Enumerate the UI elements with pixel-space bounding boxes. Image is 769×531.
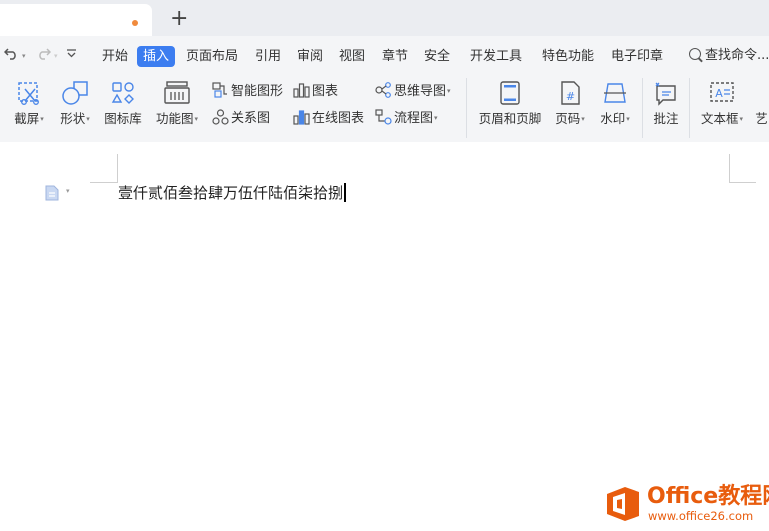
svg-text:A: A bbox=[715, 87, 723, 100]
mind-map-button[interactable]: 思维导图▾ bbox=[375, 82, 451, 101]
header-footer-label: 页眉和页脚 bbox=[478, 111, 542, 126]
page-number-icon: # bbox=[561, 81, 580, 105]
icon-library-button[interactable]: 图标库 bbox=[101, 80, 145, 127]
menu-item-security[interactable]: 安全 bbox=[424, 47, 450, 66]
relation-chart-label: 关系图 bbox=[231, 111, 271, 126]
undo-icon[interactable] bbox=[3, 46, 19, 66]
menu-item-view[interactable]: 视图 bbox=[339, 47, 365, 66]
page-number-button[interactable]: # 页码▾ bbox=[551, 80, 589, 127]
office-logo-icon bbox=[607, 487, 639, 521]
menu-item-e-seal[interactable]: 电子印章 bbox=[611, 47, 663, 66]
toolbar-separator bbox=[466, 78, 467, 138]
document-page[interactable]: ▾ 壹仟贰佰叁拾肆万伍仟陆佰柒拾捌 bbox=[0, 142, 769, 531]
screenshot-label: 截屏 bbox=[14, 111, 40, 126]
shape-label: 形状 bbox=[60, 111, 86, 126]
smart-art-label: 智能图形 bbox=[231, 84, 284, 99]
menu-item-chapter[interactable]: 章节 bbox=[382, 47, 408, 66]
chart-icon bbox=[293, 83, 310, 98]
relation-chart-button[interactable]: 关系图 bbox=[212, 109, 270, 128]
watermark-url: www.office26.com bbox=[648, 509, 754, 523]
toolbar-separator bbox=[642, 78, 643, 138]
watermark-label: 水印 bbox=[600, 111, 626, 126]
art-text-label: 艺 bbox=[755, 111, 768, 126]
page-number-label: 页码 bbox=[555, 111, 581, 126]
online-chart-icon bbox=[293, 110, 310, 125]
svg-text:#: # bbox=[566, 90, 575, 103]
watermark-brand: Office教程网 bbox=[647, 484, 769, 509]
ribbon: ▾ ▾ 开始 插入 页面布局 引用 审阅 视图 章节 安全 开发工具 特色功能 … bbox=[0, 36, 769, 142]
search-icon bbox=[689, 48, 701, 60]
comment-button[interactable]: 批注 bbox=[648, 80, 684, 127]
watermark-button[interactable]: 水印▾ bbox=[596, 80, 634, 127]
flow-chart-icon bbox=[375, 109, 392, 125]
header-footer-icon bbox=[500, 81, 520, 105]
comment-icon bbox=[655, 82, 676, 106]
document-text: 壹仟贰佰叁拾肆万伍仟陆佰柒拾捌 bbox=[118, 184, 344, 202]
text-cursor bbox=[344, 183, 346, 202]
art-text-icon bbox=[754, 80, 769, 106]
redo-dropdown-icon[interactable]: ▾ bbox=[54, 52, 58, 60]
mind-map-icon bbox=[375, 82, 391, 98]
text-box-button[interactable]: A 文本框▾ bbox=[696, 80, 748, 127]
site-watermark: Office教程网 www.office26.com bbox=[603, 484, 769, 526]
icon-library-icon bbox=[111, 82, 134, 104]
menu-item-insert[interactable]: 插入 bbox=[137, 46, 176, 67]
relation-chart-icon bbox=[212, 109, 229, 125]
new-tab-button[interactable]: + bbox=[170, 7, 188, 31]
page-margin-corner-right bbox=[729, 154, 756, 183]
text-box-label: 文本框 bbox=[700, 111, 739, 126]
menu-item-developer-tools[interactable]: 开发工具 bbox=[470, 47, 522, 66]
undo-dropdown-icon[interactable]: ▾ bbox=[22, 52, 26, 60]
page-margin-corner-left bbox=[90, 154, 118, 183]
command-search[interactable]: 查找命令... bbox=[689, 46, 769, 66]
smart-art-icon bbox=[212, 82, 227, 98]
menu-item-review[interactable]: 审阅 bbox=[297, 47, 323, 66]
title-tab-bar: + bbox=[0, 0, 769, 36]
header-footer-button[interactable]: 页眉和页脚 bbox=[474, 80, 546, 127]
flow-chart-button[interactable]: 流程图▾ bbox=[375, 109, 438, 128]
menu-row: ▾ ▾ 开始 插入 页面布局 引用 审阅 视图 章节 安全 开发工具 特色功能 … bbox=[0, 36, 769, 76]
menu-item-start[interactable]: 开始 bbox=[102, 47, 128, 66]
menu-item-page-layout[interactable]: 页面布局 bbox=[186, 47, 238, 66]
text-box-icon: A bbox=[710, 82, 734, 102]
insert-toolbar: 截屏▾ 形状▾ 图标库 功能图▾ 智能图形 关系图 图表 在线图表 思维导图▾ … bbox=[0, 76, 769, 142]
function-chart-button[interactable]: 功能图▾ bbox=[151, 80, 203, 127]
paragraph-layout-dropdown-icon[interactable]: ▾ bbox=[66, 187, 70, 195]
shape-button[interactable]: 形状▾ bbox=[54, 80, 96, 127]
command-search-label: 查找命令... bbox=[705, 48, 769, 63]
comment-label: 批注 bbox=[653, 111, 679, 126]
flow-chart-label: 流程图 bbox=[394, 111, 434, 126]
art-text-button[interactable]: 艺 bbox=[754, 80, 769, 127]
smart-art-button[interactable]: 智能图形 bbox=[212, 82, 283, 101]
function-chart-icon bbox=[164, 81, 190, 104]
online-chart-label: 在线图表 bbox=[312, 111, 365, 126]
function-chart-label: 功能图 bbox=[155, 111, 194, 126]
online-chart-button[interactable]: 在线图表 bbox=[293, 109, 364, 128]
paragraph-layout-icon[interactable] bbox=[44, 185, 60, 204]
screenshot-icon bbox=[18, 82, 39, 105]
document-body-text[interactable]: 壹仟贰佰叁拾肆万伍仟陆佰柒拾捌 bbox=[118, 182, 346, 204]
customize-quick-access-icon[interactable] bbox=[66, 46, 77, 66]
watermark-icon bbox=[604, 83, 626, 103]
document-tab[interactable] bbox=[0, 4, 152, 36]
chart-button[interactable]: 图表 bbox=[293, 82, 338, 101]
icon-library-label: 图标库 bbox=[104, 111, 142, 126]
mind-map-label: 思维导图 bbox=[394, 84, 447, 99]
unsaved-indicator-dot bbox=[132, 20, 138, 26]
shape-icon bbox=[62, 81, 88, 105]
menu-item-special-features[interactable]: 特色功能 bbox=[542, 47, 594, 66]
chart-label: 图表 bbox=[312, 84, 339, 99]
screenshot-button[interactable]: 截屏▾ bbox=[8, 80, 50, 127]
menu-item-references[interactable]: 引用 bbox=[255, 47, 281, 66]
redo-icon[interactable] bbox=[36, 46, 52, 66]
toolbar-separator bbox=[689, 78, 690, 138]
